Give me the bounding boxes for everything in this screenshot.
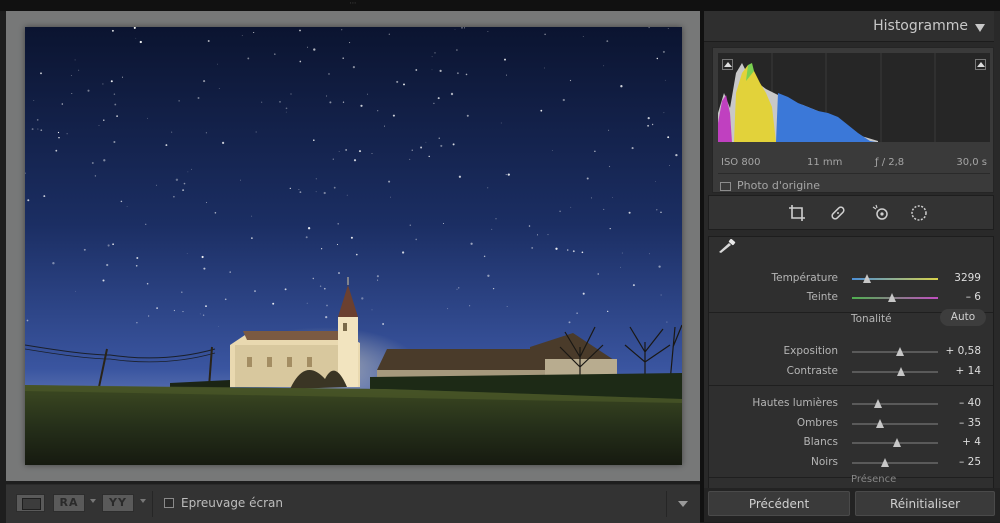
loupe-view-button[interactable] <box>16 494 45 512</box>
collapse-triangle-icon[interactable] <box>975 24 985 32</box>
exif-iso: ISO 800 <box>721 157 761 168</box>
shadows-value[interactable]: – 35 <box>959 417 981 429</box>
red-eye-icon[interactable] <box>871 203 891 223</box>
before-after-menu-icon[interactable] <box>90 499 96 503</box>
highlights-slider[interactable] <box>852 399 938 408</box>
before-after-label: RA <box>59 496 79 509</box>
original-photo-label: Photo d'origine <box>737 179 820 192</box>
exposure-slider[interactable] <box>852 347 938 356</box>
temperature-slider[interactable] <box>852 274 938 283</box>
right-panel: Histogramme ISO 800 11 mm ƒ / 2,8 30,0 s <box>704 11 1000 522</box>
blacks-value[interactable]: – 25 <box>959 456 981 468</box>
toolbar-divider <box>152 491 153 517</box>
whites-value[interactable]: + 4 <box>962 436 981 448</box>
tool-strip <box>708 195 994 230</box>
histogram-title: Histogramme <box>873 18 968 34</box>
exif-focal-length: 11 mm <box>807 157 843 168</box>
shadows-label: Ombres <box>796 417 838 429</box>
contrast-slider-knob[interactable] <box>897 367 906 376</box>
tint-label: Teinte <box>806 291 838 303</box>
white-balance-dropper-icon[interactable] <box>717 239 739 253</box>
whites-slider[interactable] <box>852 438 938 447</box>
histogram-graph[interactable] <box>718 53 990 142</box>
previous-button[interactable]: Précédent <box>708 491 850 516</box>
toolbar-divider <box>666 491 667 517</box>
contrast-slider[interactable] <box>852 367 938 376</box>
loupe-view <box>6 11 700 481</box>
tint-slider[interactable] <box>852 293 938 302</box>
triangle-icon <box>977 62 985 67</box>
loupe-icon <box>22 498 41 510</box>
soft-proof-label: Epreuvage écran <box>181 496 283 510</box>
contrast-value[interactable]: + 14 <box>956 365 982 377</box>
highlights-label: Hautes lumières <box>752 397 838 409</box>
highlight-clipping-toggle[interactable] <box>975 59 986 70</box>
highlights-slider-knob[interactable] <box>873 399 882 408</box>
contrast-label: Contraste <box>786 365 838 377</box>
basic-panel: Température 3299 Teinte – 6 Tonalité Aut… <box>708 236 994 522</box>
tone-section-label: Tonalité <box>851 313 892 325</box>
temperature-slider-knob[interactable] <box>863 274 872 283</box>
swap-menu-icon[interactable] <box>140 499 146 503</box>
original-photo-checkbox[interactable] <box>720 182 731 191</box>
toolbar-menu-icon[interactable] <box>678 501 688 507</box>
exif-shutter: 30,0 s <box>956 157 987 168</box>
histogram-panel: ISO 800 11 mm ƒ / 2,8 30,0 s Photo d'ori… <box>712 47 994 193</box>
shadow-clipping-toggle[interactable] <box>722 59 733 70</box>
reset-button[interactable]: Réinitialiser <box>855 491 995 516</box>
section-divider <box>709 385 993 386</box>
whites-label: Blancs <box>803 436 838 448</box>
exif-aperture: ƒ / 2,8 <box>875 157 905 168</box>
top-panel-strip <box>0 0 1000 11</box>
exposure-slider-knob[interactable] <box>896 347 905 356</box>
swap-label: YY <box>109 496 127 509</box>
swap-before-after-button[interactable]: YY <box>102 494 134 512</box>
whites-slider-knob[interactable] <box>892 438 901 447</box>
crop-icon[interactable] <box>787 203 807 223</box>
tint-slider-knob[interactable] <box>888 293 897 302</box>
histogram-chart <box>718 53 936 142</box>
before-after-button[interactable]: RA <box>53 494 85 512</box>
exposure-label: Exposition <box>783 345 838 357</box>
panel-grip-icon[interactable]: ⋯ <box>347 0 359 7</box>
temperature-value[interactable]: 3299 <box>954 272 981 284</box>
tint-value[interactable]: – 6 <box>966 291 981 303</box>
highlights-value[interactable]: – 40 <box>959 397 981 409</box>
bottom-toolbar: RA YY Epreuvage écran <box>6 484 700 523</box>
shadows-slider[interactable] <box>852 419 938 428</box>
histogram-header[interactable]: Histogramme <box>704 11 994 42</box>
photo-preview[interactable] <box>25 27 682 465</box>
exposure-value[interactable]: + 0,58 <box>945 345 981 357</box>
panel-footer: Précédent Réinitialiser <box>704 488 1000 522</box>
masking-icon[interactable] <box>909 203 929 223</box>
blacks-slider-knob[interactable] <box>880 458 889 467</box>
triangle-icon <box>724 62 732 67</box>
presence-section-label: Présence <box>851 474 897 485</box>
shadows-slider-knob[interactable] <box>876 419 885 428</box>
blacks-label: Noirs <box>811 456 838 468</box>
soft-proof-checkbox[interactable] <box>164 498 174 508</box>
healing-brush-icon[interactable] <box>828 203 848 223</box>
night-church-photo <box>25 27 682 465</box>
histogram-divider <box>718 173 990 174</box>
blacks-slider[interactable] <box>852 458 938 467</box>
auto-tone-button[interactable]: Auto <box>940 309 986 326</box>
temperature-label: Température <box>771 272 838 284</box>
